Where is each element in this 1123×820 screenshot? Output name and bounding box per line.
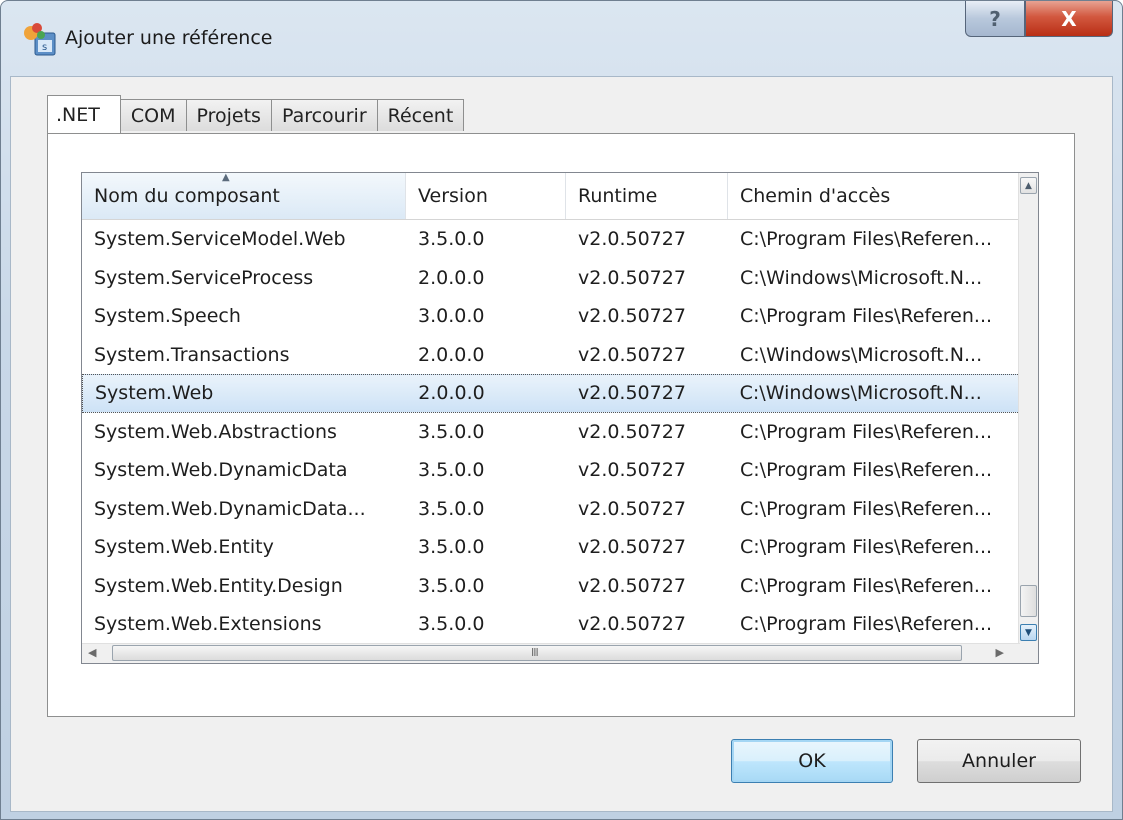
table-row[interactable]: System.Web.Extensions 3.5.0.0 v2.0.50727 C:… [82, 605, 1020, 644]
cell-name: System.Web.Entity.Design [94, 574, 343, 597]
cell-name: System.ServiceModel.Web [94, 228, 346, 251]
cell-version: 3.5.0.0 [418, 497, 485, 520]
cell-runtime: v2.0.50727 [578, 613, 686, 636]
horizontal-scroll-thumb[interactable]: III [112, 645, 962, 661]
table-row[interactable]: System.Speech 3.0.0.0 v2.0.50727 C:\Program… [82, 297, 1020, 336]
cell-name: System.Transactions [94, 343, 290, 366]
scroll-left-button[interactable]: ◀ [88, 646, 96, 659]
table-row[interactable]: System.Web.Entity.Design 3.5.0.0 v2.0.5072… [82, 567, 1020, 606]
cell-name: System.Web.DynamicData... [94, 497, 366, 520]
cell-version: 2.0.0.0 [418, 343, 485, 366]
column-header-label: Version [418, 185, 488, 207]
cell-path: C:\Program Files\Referen... [740, 459, 993, 482]
tab-net[interactable]: .NET [47, 95, 121, 133]
cell-runtime: v2.0.50727 [578, 497, 686, 520]
tab-projets[interactable]: Projets [185, 99, 272, 131]
cell-version: 2.0.0.0 [418, 382, 485, 405]
table-row[interactable]: System.Web 2.0.0.0 v2.0.50727 C:\Windows\Mi… [82, 374, 1020, 413]
cell-version: 3.5.0.0 [418, 420, 485, 443]
dialog-body: .NET COM Projets Parcourir Récent ▲ Nom du c… [10, 76, 1113, 812]
cell-path: C:\Program Files\Referen... [740, 228, 993, 251]
tab-parcourir[interactable]: Parcourir [270, 99, 378, 131]
cell-path: C:\Program Files\Referen... [740, 536, 993, 559]
cell-runtime: v2.0.50727 [578, 305, 686, 328]
table-row[interactable]: System.Web.DynamicData... 3.5.0.0 v2.0.507… [82, 490, 1020, 529]
list-rows: System.ServiceModel.Web 3.5.0.0 v2.0.50727… [82, 220, 1020, 644]
cell-name: System.Web.Abstractions [94, 420, 337, 443]
cell-name: System.Web.DynamicData [94, 459, 348, 482]
tab-strip: .NET COM Projets Parcourir Récent [47, 95, 465, 133]
cell-runtime: v2.0.50727 [578, 459, 686, 482]
cell-runtime: v2.0.50727 [578, 343, 686, 366]
cell-path: C:\Program Files\Referen... [740, 497, 993, 520]
grip-icon: III [531, 646, 539, 659]
title-bar[interactable]: s Ajouter une référence ? X [1, 1, 1122, 75]
close-icon: X [1061, 6, 1077, 31]
cell-version: 3.5.0.0 [418, 574, 485, 597]
component-list[interactable]: ▲ Nom du composant Version Runtime Chemi… [81, 172, 1039, 664]
cell-name: System.Speech [94, 305, 241, 328]
chevron-up-icon: ▲ [1025, 180, 1032, 191]
cell-name: System.Web.Extensions [94, 613, 322, 636]
window-title: Ajouter une référence [65, 27, 273, 49]
close-button[interactable]: X [1025, 1, 1113, 37]
table-row[interactable]: System.Web.Entity 3.5.0.0 v2.0.50727 C:\Pro… [82, 528, 1020, 567]
cell-version: 3.5.0.0 [418, 536, 485, 559]
table-row[interactable]: System.ServiceModel.Web 3.5.0.0 v2.0.50727… [82, 220, 1020, 259]
tab-rcent[interactable]: Récent [376, 99, 465, 131]
tab-com[interactable]: COM [119, 99, 187, 131]
cell-version: 3.0.0.0 [418, 305, 485, 328]
cell-runtime: v2.0.50727 [578, 266, 686, 289]
column-header-path[interactable]: Chemin d'accès [728, 173, 1020, 219]
cell-version: 2.0.0.0 [418, 266, 485, 289]
scroll-right-button[interactable]: ▶ [996, 646, 1004, 659]
cell-runtime: v2.0.50727 [578, 228, 686, 251]
add-reference-icon: s [24, 23, 56, 56]
cell-runtime: v2.0.50727 [577, 382, 686, 405]
cell-version: 3.5.0.0 [418, 228, 485, 251]
table-row[interactable]: System.Web.Abstractions 3.5.0.0 v2.0.50727… [82, 413, 1020, 452]
cell-path: C:\Program Files\Referen... [740, 613, 993, 636]
cell-path: C:\Windows\Microsoft.N... [739, 382, 982, 405]
cell-version: 3.5.0.0 [418, 459, 485, 482]
column-header-label: Runtime [578, 185, 658, 207]
column-header-label: Chemin d'accès [740, 185, 891, 207]
add-reference-dialog: s Ajouter une référence ? X .NET COM Proje… [0, 0, 1123, 820]
sort-ascending-icon: ▲ [222, 172, 230, 183]
horizontal-scrollbar[interactable]: ◀ III ▶ [82, 643, 1020, 663]
tab-panel-net: ▲ Nom du composant Version Runtime Chemi… [47, 133, 1075, 717]
cancel-button[interactable]: Annuler [917, 739, 1081, 783]
ok-button[interactable]: OK [731, 739, 893, 783]
cell-path: C:\Program Files\Referen... [740, 420, 993, 443]
column-header-name[interactable]: ▲ Nom du composant [82, 173, 406, 219]
chevron-down-icon: ▼ [1025, 627, 1032, 638]
scrollbar-corner [1019, 644, 1038, 663]
help-button[interactable]: ? [965, 1, 1025, 37]
table-row[interactable]: System.Web.DynamicData 3.5.0.0 v2.0.50727 C… [82, 451, 1020, 490]
column-header-label: Nom du composant [94, 185, 280, 207]
vertical-scroll-thumb[interactable] [1020, 585, 1037, 617]
cell-name: System.Web.Entity [94, 536, 274, 559]
cell-path: C:\Program Files\Referen... [740, 574, 993, 597]
cell-runtime: v2.0.50727 [578, 536, 686, 559]
svg-text:s: s [42, 42, 47, 53]
list-header: ▲ Nom du composant Version Runtime Chemi… [82, 173, 1020, 220]
column-header-version[interactable]: Version [406, 173, 566, 219]
cell-path: C:\Program Files\Referen... [740, 305, 993, 328]
scroll-up-button[interactable]: ▲ [1020, 177, 1037, 194]
table-row[interactable]: System.Transactions 2.0.0.0 v2.0.50727 C:\W… [82, 336, 1020, 375]
cell-runtime: v2.0.50727 [578, 420, 686, 443]
cell-runtime: v2.0.50727 [578, 574, 686, 597]
cell-name: System.ServiceProcess [94, 266, 314, 289]
cell-version: 3.5.0.0 [418, 613, 485, 636]
help-icon: ? [989, 6, 1001, 31]
cell-path: C:\Windows\Microsoft.N... [740, 266, 983, 289]
scroll-down-button[interactable]: ▼ [1020, 624, 1037, 641]
column-header-runtime[interactable]: Runtime [566, 173, 728, 219]
vertical-scrollbar[interactable]: ▲ ▼ [1018, 173, 1038, 645]
cell-path: C:\Windows\Microsoft.N... [740, 343, 983, 366]
cell-name: System.Web [95, 382, 214, 405]
table-row[interactable]: System.ServiceProcess 2.0.0.0 v2.0.50727 C:… [82, 259, 1020, 298]
